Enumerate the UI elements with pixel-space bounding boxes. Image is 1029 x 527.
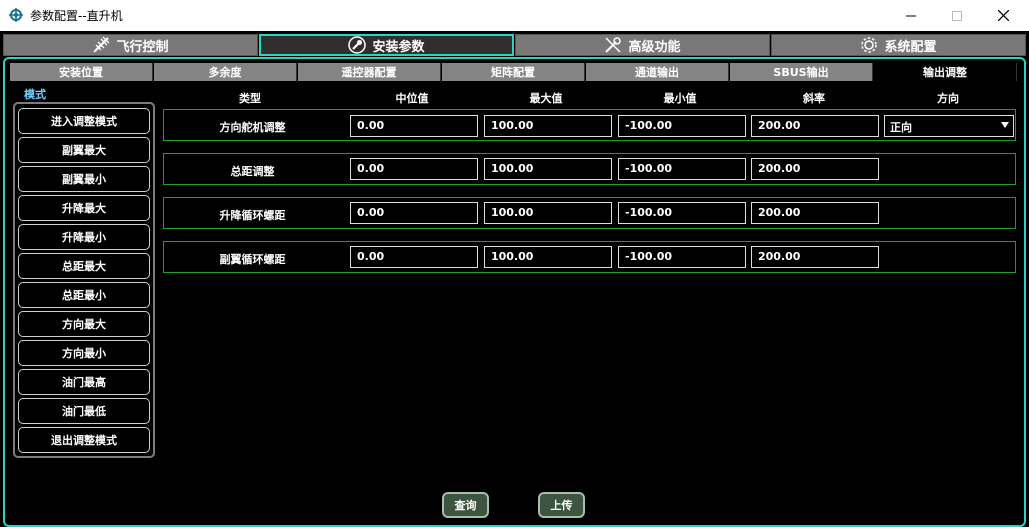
sub-tab-bar: 安装位置 多余度 遥控器配置 矩阵配置 通道输出 SBUS输出 输出调整 bbox=[10, 63, 1018, 81]
slope-field[interactable]: 200.00 bbox=[751, 202, 879, 224]
column-header-type: 类型 bbox=[239, 92, 261, 105]
minimize-button[interactable] bbox=[888, 0, 934, 31]
collective-min-button[interactable]: 总距最小 bbox=[18, 282, 150, 308]
throttle-high-button[interactable]: 油门最高 bbox=[18, 369, 150, 395]
app-icon bbox=[9, 8, 23, 22]
window-title: 参数配置--直升机 bbox=[30, 9, 123, 23]
query-button[interactable]: 查询 bbox=[442, 492, 489, 518]
column-header-slope: 斜率 bbox=[803, 92, 825, 105]
subtab-sbus-output[interactable]: SBUS输出 bbox=[730, 63, 873, 81]
tab-flight-control[interactable]: 飞行控制 bbox=[3, 34, 258, 56]
subtab-channel-output[interactable]: 通道输出 bbox=[586, 63, 729, 81]
column-header-mid: 中位值 bbox=[395, 92, 429, 105]
tab-label: 高级功能 bbox=[628, 39, 681, 55]
row-label-collective: 总距调整 bbox=[230, 165, 275, 178]
main-tab-bar: 飞行控制 安装参数 高级功能 系统配置 bbox=[3, 34, 1026, 56]
column-header-min: 最小值 bbox=[663, 92, 697, 105]
max-value-field[interactable]: 100.00 bbox=[484, 115, 612, 137]
rudder-min-button[interactable]: 方向最小 bbox=[18, 340, 150, 366]
elevator-min-button[interactable]: 升降最小 bbox=[18, 224, 150, 250]
max-value-field[interactable]: 100.00 bbox=[484, 158, 612, 180]
mid-value-field[interactable]: 0.00 bbox=[350, 158, 478, 180]
maximize-button[interactable] bbox=[934, 0, 980, 31]
subtab-matrix-config[interactable]: 矩阵配置 bbox=[442, 63, 585, 81]
subtab-redundancy[interactable]: 多余度 bbox=[154, 63, 297, 81]
upload-button[interactable]: 上传 bbox=[538, 492, 585, 518]
min-value-field[interactable]: -100.00 bbox=[618, 115, 746, 137]
min-value-field[interactable]: -100.00 bbox=[618, 202, 746, 224]
maximize-icon bbox=[952, 10, 962, 21]
direction-select[interactable]: 正向 bbox=[884, 115, 1014, 137]
mode-label: 模式 bbox=[24, 88, 46, 101]
exit-adjust-mode-button[interactable]: 退出调整模式 bbox=[18, 427, 150, 453]
tab-install-params[interactable]: 安装参数 bbox=[259, 34, 514, 56]
close-icon bbox=[997, 10, 1009, 21]
tools-icon bbox=[605, 37, 622, 53]
tab-label: 安装参数 bbox=[372, 39, 425, 55]
subtab-output-adjust[interactable]: 输出调整 bbox=[874, 63, 1017, 81]
collective-max-button[interactable]: 总距最大 bbox=[18, 253, 150, 279]
mid-value-field[interactable]: 0.00 bbox=[350, 246, 478, 268]
column-header-direction: 方向 bbox=[937, 92, 959, 105]
gear-icon bbox=[861, 37, 878, 53]
min-value-field[interactable]: -100.00 bbox=[618, 246, 746, 268]
plane-icon bbox=[93, 36, 110, 53]
close-button[interactable] bbox=[980, 0, 1026, 31]
aileron-max-button[interactable]: 副翼最大 bbox=[18, 137, 150, 163]
chevron-down-icon bbox=[1001, 122, 1009, 128]
mid-value-field[interactable]: 0.00 bbox=[350, 115, 478, 137]
row-label-rudder-servo: 方向舵机调整 bbox=[219, 121, 286, 134]
slope-field[interactable]: 200.00 bbox=[751, 115, 879, 137]
row-label-elevator-cyclic: 升降循环螺距 bbox=[219, 209, 286, 222]
column-header-max: 最大值 bbox=[529, 92, 563, 105]
max-value-field[interactable]: 100.00 bbox=[484, 202, 612, 224]
wrench-icon bbox=[348, 36, 367, 54]
aileron-min-button[interactable]: 副翼最小 bbox=[18, 166, 150, 192]
rudder-max-button[interactable]: 方向最大 bbox=[18, 311, 150, 337]
row-label-aileron-cyclic: 副翼循环螺距 bbox=[219, 253, 286, 266]
slope-field[interactable]: 200.00 bbox=[751, 246, 879, 268]
throttle-low-button[interactable]: 油门最低 bbox=[18, 398, 150, 424]
title-bar: 参数配置--直升机 bbox=[0, 0, 1029, 31]
subtab-rc-config[interactable]: 遥控器配置 bbox=[298, 63, 441, 81]
tab-label: 飞行控制 bbox=[116, 39, 169, 55]
tab-label: 系统配置 bbox=[884, 39, 937, 55]
slope-field[interactable]: 200.00 bbox=[751, 158, 879, 180]
direction-value: 正向 bbox=[890, 121, 912, 134]
enter-adjust-mode-button[interactable]: 进入调整模式 bbox=[18, 108, 150, 134]
mid-value-field[interactable]: 0.00 bbox=[350, 202, 478, 224]
tab-system-config[interactable]: 系统配置 bbox=[771, 34, 1026, 56]
minimize-icon bbox=[906, 15, 916, 16]
max-value-field[interactable]: 100.00 bbox=[484, 246, 612, 268]
elevator-max-button[interactable]: 升降最大 bbox=[18, 195, 150, 221]
tab-advanced[interactable]: 高级功能 bbox=[515, 34, 770, 56]
min-value-field[interactable]: -100.00 bbox=[618, 158, 746, 180]
subtab-install-position[interactable]: 安装位置 bbox=[10, 63, 153, 81]
